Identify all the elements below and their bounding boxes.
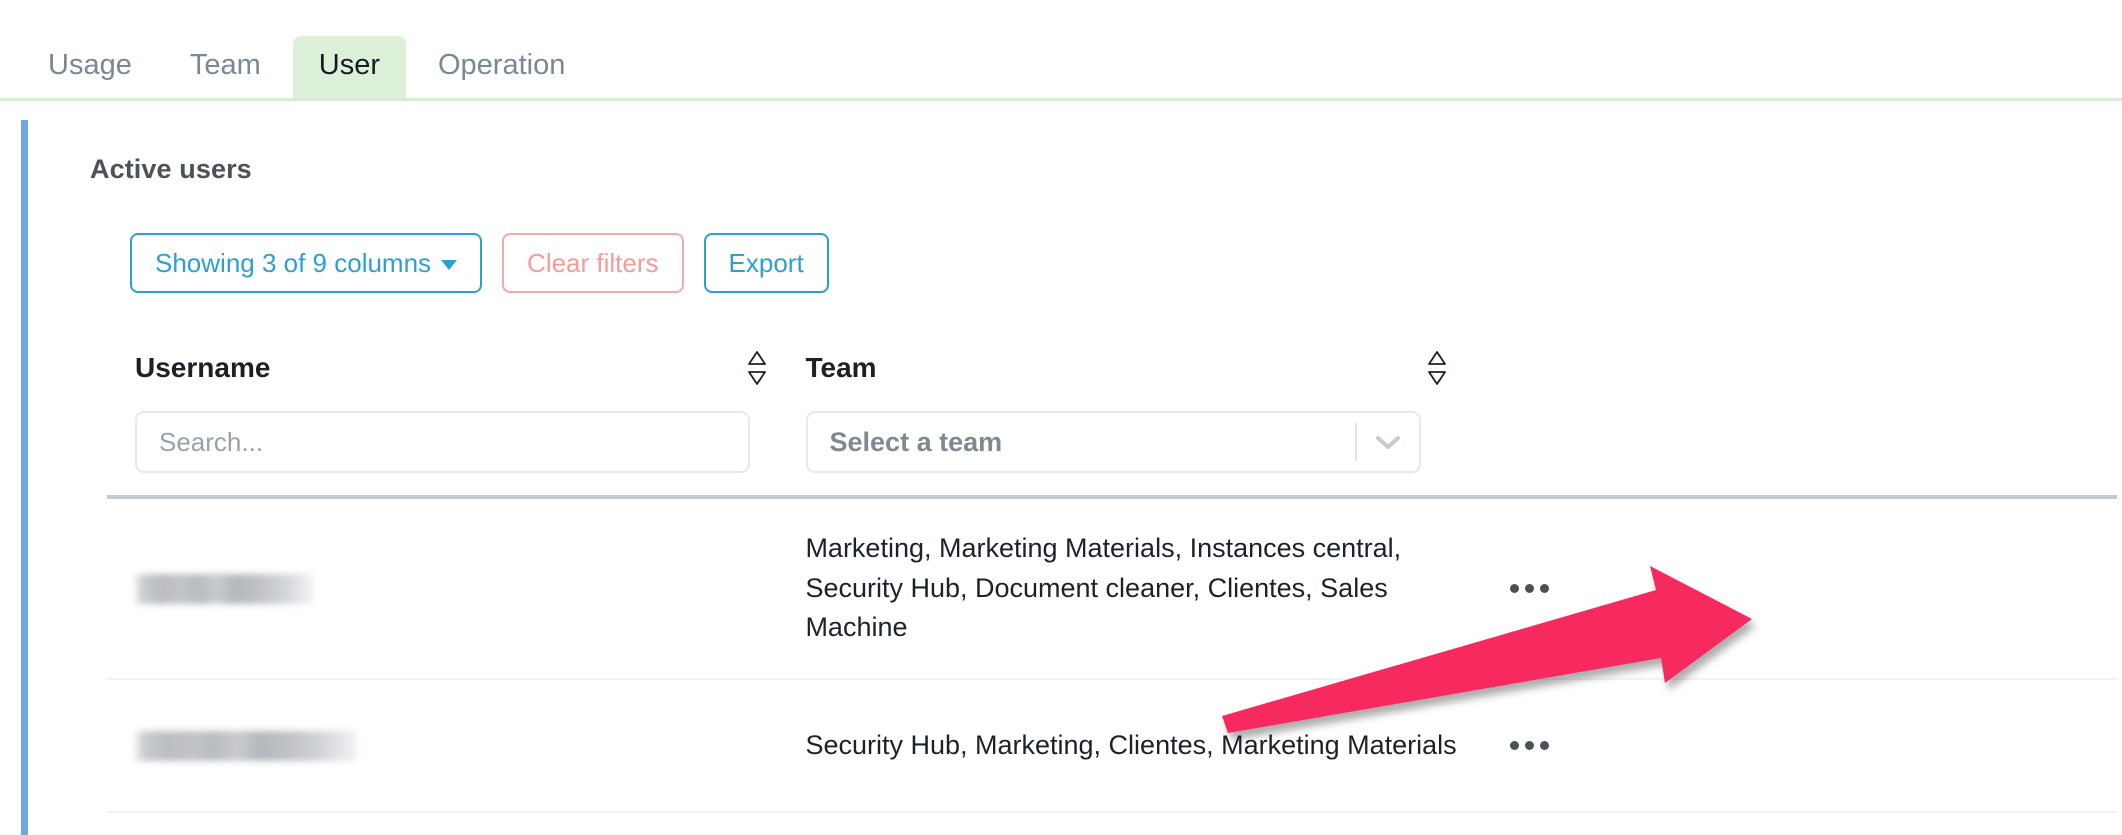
filter-cell-username: [135, 411, 806, 473]
active-users-table: Username Team: [107, 339, 2117, 813]
row-actions-menu[interactable]: [1506, 576, 1553, 601]
chevron-down-icon-team-select[interactable]: [1357, 432, 1419, 452]
dot-icon: [1525, 584, 1534, 593]
tab-operation-label: Operation: [438, 49, 565, 81]
column-header-username-label: Username: [135, 352, 270, 384]
cell-username: [135, 731, 805, 761]
tab-usage[interactable]: Usage: [22, 36, 158, 98]
tab-usage-label: Usage: [48, 49, 132, 81]
tab-user-label: User: [319, 49, 380, 81]
cell-team: Security Hub, Marketing, Clientes, Marke…: [805, 726, 1485, 766]
chevron-down-icon: [441, 260, 457, 270]
card-title: Active users: [90, 154, 2122, 185]
dot-icon: [1510, 584, 1519, 593]
tab-team[interactable]: Team: [164, 36, 287, 98]
team-select[interactable]: Select a team: [806, 411, 1421, 473]
row-actions-menu[interactable]: [1506, 733, 1553, 758]
table-header-row: Username Team: [107, 339, 2117, 397]
active-users-card: Active users Showing 3 of 9 columns Clea…: [21, 120, 2122, 835]
cell-team: Marketing, Marketing Materials, Instance…: [805, 529, 1485, 648]
cell-actions: [1486, 733, 2117, 758]
redacted-username: [135, 731, 357, 761]
cell-actions: [1486, 576, 2117, 601]
sort-icon-team[interactable]: [1426, 350, 1448, 386]
tab-bar: Usage Team User Operation: [0, 0, 2122, 101]
clear-filters-button[interactable]: Clear filters: [502, 233, 683, 293]
table-row: Security Hub, Marketing, Clientes, Marke…: [107, 680, 2117, 813]
table-row: Marketing, Marketing Materials, Instance…: [107, 499, 2117, 680]
dot-icon: [1540, 584, 1549, 593]
table-filter-row: Select a team: [107, 397, 2117, 495]
tab-operation[interactable]: Operation: [412, 36, 591, 98]
dot-icon: [1525, 741, 1534, 750]
filter-cell-team: Select a team: [806, 411, 1486, 473]
dot-icon: [1540, 741, 1549, 750]
sort-icon-username[interactable]: [746, 350, 768, 386]
export-label: Export: [729, 250, 804, 276]
username-search-input[interactable]: [135, 411, 750, 473]
tab-user[interactable]: User: [293, 36, 406, 98]
tab-team-label: Team: [190, 49, 261, 81]
column-header-team[interactable]: Team: [806, 350, 1486, 386]
export-button[interactable]: Export: [704, 233, 829, 293]
dot-icon: [1510, 741, 1519, 750]
table-toolbar: Showing 3 of 9 columns Clear filters Exp…: [130, 233, 2122, 293]
cell-username: [135, 574, 805, 604]
team-select-value: Select a team: [808, 427, 1355, 458]
redacted-username: [135, 574, 313, 604]
column-header-team-label: Team: [806, 352, 877, 384]
clear-filters-label: Clear filters: [527, 250, 658, 276]
columns-dropdown-button[interactable]: Showing 3 of 9 columns: [130, 233, 482, 293]
columns-dropdown-label: Showing 3 of 9 columns: [155, 250, 431, 276]
column-header-username[interactable]: Username: [135, 350, 806, 386]
